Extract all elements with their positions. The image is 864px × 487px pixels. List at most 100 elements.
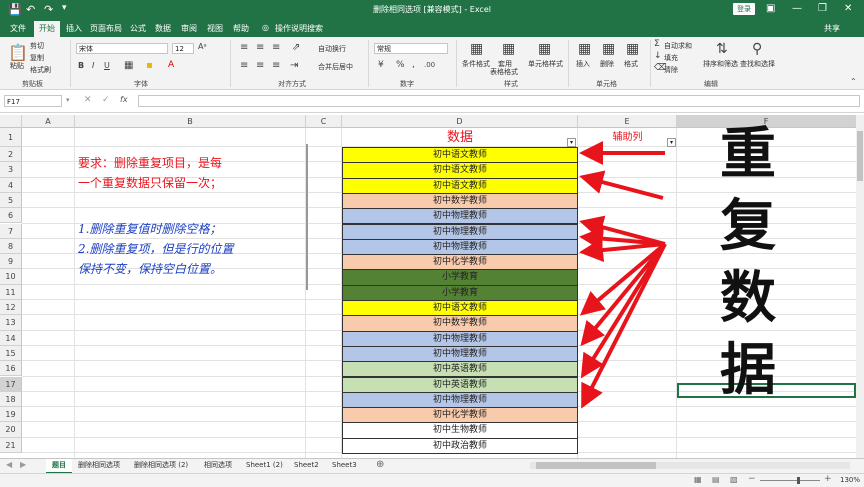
name-box-chevron-icon[interactable]: ▾: [66, 96, 70, 104]
normal-view-icon[interactable]: ▦: [694, 475, 702, 484]
italic-icon[interactable]: I: [92, 61, 94, 70]
delete-cells-button[interactable]: 删除: [600, 59, 614, 69]
tab-insert[interactable]: 插入: [66, 23, 82, 34]
sheet-tab-4[interactable]: 相同选项: [204, 459, 232, 472]
autosum-button[interactable]: 自动求和: [664, 41, 692, 51]
merge-center-button[interactable]: 合并后居中: [318, 62, 353, 72]
format-cells-icon[interactable]: ▦: [626, 41, 639, 57]
font-name-combo[interactable]: 宋体: [76, 43, 168, 54]
horizontal-scroll-thumb[interactable]: [536, 462, 656, 469]
sheet-tab-6[interactable]: Sheet2: [294, 459, 319, 472]
maximize-icon[interactable]: ❐: [818, 3, 827, 14]
underline-icon[interactable]: U: [104, 61, 110, 70]
clear-button[interactable]: 清除: [664, 65, 678, 75]
conditional-format-icon[interactable]: ▦: [470, 41, 483, 57]
border-icon[interactable]: ▦: [124, 60, 133, 71]
format-cells-button[interactable]: 格式: [624, 59, 638, 69]
format-painter-button[interactable]: 格式刷: [30, 65, 51, 75]
ribbon-separator: [650, 40, 651, 87]
alignment-group-label: 对齐方式: [278, 80, 306, 88]
align-right-icon[interactable]: ≡: [272, 60, 280, 71]
zoom-slider-thumb[interactable]: [797, 477, 800, 484]
horizontal-scrollbar[interactable]: [530, 462, 850, 469]
ribbon-display-icon[interactable]: ▣: [766, 3, 775, 14]
tab-formulas[interactable]: 公式: [130, 23, 146, 34]
wrap-text-button[interactable]: 自动换行: [318, 44, 346, 54]
delete-cells-icon[interactable]: ▦: [602, 41, 615, 57]
align-center-icon[interactable]: ≡: [256, 60, 264, 71]
indent-icon[interactable]: ⇥: [290, 60, 298, 71]
paste-icon[interactable]: 📋: [8, 43, 28, 62]
tab-page-layout[interactable]: 页面布局: [90, 23, 122, 34]
ribbon-separator: [70, 40, 71, 87]
add-sheet-icon[interactable]: ⊕: [376, 459, 384, 470]
insert-cells-button[interactable]: 插入: [576, 59, 590, 69]
fill-button[interactable]: 填充: [664, 53, 678, 63]
paste-button[interactable]: 粘贴: [10, 61, 24, 71]
sheet-tab-1[interactable]: 题目: [46, 459, 72, 474]
cell-styles-icon[interactable]: ▦: [538, 41, 551, 57]
title-bar: 💾 ↶ ↷ ▾ 删除相同选项 [兼容模式] - Excel 登录 ▣ — ❐ ✕: [0, 0, 864, 20]
function-icon[interactable]: fx: [120, 95, 128, 104]
align-middle-icon[interactable]: ≡: [256, 42, 264, 53]
vertical-scrollbar[interactable]: [856, 115, 864, 458]
login-button[interactable]: 登录: [733, 3, 755, 15]
font-color-icon[interactable]: A: [168, 60, 174, 70]
tab-file[interactable]: 文件: [10, 23, 26, 34]
grow-font-icon[interactable]: Aᵃ: [198, 42, 207, 51]
zoom-level[interactable]: 130%: [840, 476, 860, 484]
sort-filter-icon[interactable]: ⇅: [716, 41, 728, 57]
orientation-icon[interactable]: ⇗: [292, 42, 300, 53]
align-bottom-icon[interactable]: ≡: [272, 42, 280, 53]
conditional-format-button[interactable]: 条件格式: [462, 59, 490, 69]
find-select-icon[interactable]: ⚲: [752, 41, 762, 57]
lightbulb-icon: ◎: [262, 23, 269, 32]
close-icon[interactable]: ✕: [844, 3, 852, 14]
increase-decimal-icon[interactable]: .00: [424, 61, 435, 69]
sort-filter-button[interactable]: 排序和筛选: [703, 59, 738, 69]
sheet-tab-7[interactable]: Sheet3: [332, 459, 357, 472]
sheet-tab-2[interactable]: 删除相同选项: [78, 459, 120, 472]
styles-group-label: 样式: [504, 80, 518, 88]
tab-help[interactable]: 帮助: [233, 23, 249, 34]
zoom-out-icon[interactable]: −: [748, 474, 756, 484]
collapse-ribbon-icon[interactable]: ⌃: [850, 77, 857, 86]
find-select-button[interactable]: 查找和选择: [740, 59, 775, 69]
align-left-icon[interactable]: ≡: [240, 60, 248, 71]
tab-view[interactable]: 视图: [207, 23, 223, 34]
zoom-slider[interactable]: [760, 480, 820, 481]
insert-cells-icon[interactable]: ▦: [578, 41, 591, 57]
confirm-icon[interactable]: ✓: [102, 95, 110, 105]
tab-review[interactable]: 审阅: [181, 23, 197, 34]
comma-icon[interactable]: ,: [412, 60, 415, 70]
table-format-icon[interactable]: ▦: [502, 41, 515, 57]
fill-color-icon[interactable]: ▪: [146, 60, 153, 71]
tab-home[interactable]: 开始: [34, 21, 60, 37]
sheet-tab-3[interactable]: 删除相同选项 (2): [134, 459, 188, 472]
copy-button[interactable]: 复制: [30, 53, 44, 63]
next-sheet-icon[interactable]: ▶: [20, 460, 26, 469]
fill-icon[interactable]: ↓: [654, 51, 662, 61]
cancel-icon[interactable]: ✕: [84, 95, 92, 105]
sheet-tab-5[interactable]: Sheet1 (2): [246, 459, 283, 472]
currency-icon[interactable]: ¥: [378, 60, 384, 70]
align-top-icon[interactable]: ≡: [240, 42, 248, 53]
share-button[interactable]: 共享: [824, 23, 840, 34]
name-box[interactable]: F17: [4, 95, 62, 107]
minimize-icon[interactable]: —: [792, 3, 802, 14]
autosum-icon[interactable]: Σ: [654, 39, 660, 49]
zoom-in-icon[interactable]: +: [824, 474, 832, 484]
font-size-combo[interactable]: 12: [172, 43, 194, 54]
number-format-combo[interactable]: 常规: [374, 43, 448, 54]
prev-sheet-icon[interactable]: ◀: [6, 460, 12, 469]
cut-button[interactable]: 剪切: [30, 41, 44, 51]
page-break-view-icon[interactable]: ▧: [730, 475, 738, 484]
vertical-scroll-thumb[interactable]: [857, 131, 863, 181]
tell-me-search[interactable]: 操作说明搜索: [275, 23, 323, 34]
bold-icon[interactable]: B: [78, 61, 84, 70]
percent-icon[interactable]: %: [396, 60, 405, 70]
page-layout-view-icon[interactable]: ▤: [712, 475, 720, 484]
formula-input[interactable]: [138, 95, 860, 107]
tab-data[interactable]: 数据: [155, 23, 171, 34]
cell-styles-button[interactable]: 单元格样式: [528, 59, 563, 69]
